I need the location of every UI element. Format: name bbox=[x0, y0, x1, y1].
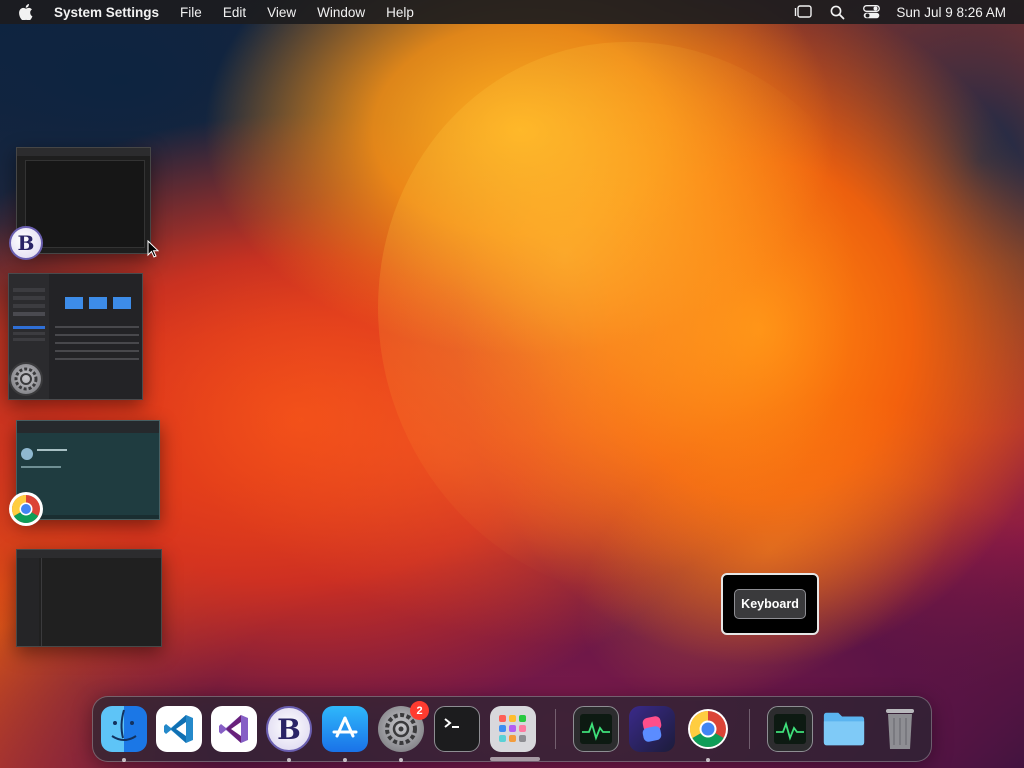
status-area: Sun Jul 9 8:26 AM bbox=[778, 0, 1006, 24]
mouse-pointer-icon bbox=[147, 240, 159, 258]
thumbnail-titlebar bbox=[17, 550, 161, 558]
control-center-icon[interactable] bbox=[862, 3, 880, 21]
thumbnail-row bbox=[55, 342, 139, 344]
bbedit-icon: B bbox=[9, 226, 43, 260]
dock-separator bbox=[749, 709, 750, 749]
system-settings-icon[interactable]: 2 bbox=[378, 701, 429, 752]
menu-bar: System Settings File Edit View Window He… bbox=[0, 0, 1024, 24]
menu-file[interactable]: File bbox=[180, 5, 202, 20]
app-store-icon[interactable] bbox=[322, 706, 368, 752]
system-settings-icon bbox=[9, 362, 43, 396]
running-indicator bbox=[706, 758, 710, 762]
thumbnail-tabbar bbox=[17, 421, 159, 433]
menu-window[interactable]: Window bbox=[317, 5, 365, 20]
thumbnail-content bbox=[25, 160, 145, 248]
chrome-icon[interactable] bbox=[685, 706, 731, 752]
keyboard-button[interactable]: Keyboard bbox=[734, 589, 806, 619]
thumbnail-row bbox=[55, 334, 139, 336]
thumbnail-divider bbox=[41, 558, 42, 646]
running-indicator bbox=[399, 758, 403, 762]
stage-thumbnail-window[interactable] bbox=[16, 549, 162, 647]
dock: B 2 bbox=[92, 696, 932, 762]
trash-icon[interactable] bbox=[877, 706, 923, 752]
thumbnail-text bbox=[37, 449, 67, 451]
thumbnail-sidebar bbox=[17, 558, 39, 646]
bbedit-icon[interactable]: B bbox=[266, 706, 312, 752]
visual-studio-icon[interactable] bbox=[211, 706, 257, 752]
dock-separator bbox=[555, 709, 556, 749]
running-indicator bbox=[343, 758, 347, 762]
menu-edit[interactable]: Edit bbox=[223, 5, 246, 20]
finder-icon[interactable] bbox=[101, 706, 147, 752]
running-indicator bbox=[287, 758, 291, 762]
thumbnail-row bbox=[55, 350, 139, 352]
menu-clock[interactable]: Sun Jul 9 8:26 AM bbox=[896, 5, 1006, 20]
wallpaper-swoosh bbox=[306, 0, 974, 667]
thumbnail-text bbox=[21, 466, 61, 468]
chrome-icon bbox=[9, 492, 43, 526]
menu-view[interactable]: View bbox=[267, 5, 296, 20]
thumbnail-row bbox=[55, 326, 139, 328]
notification-badge: 2 bbox=[410, 701, 429, 720]
activity-monitor-icon[interactable] bbox=[573, 706, 619, 752]
menu-app-name[interactable]: System Settings bbox=[54, 5, 159, 20]
shortcuts-icon[interactable] bbox=[629, 706, 675, 752]
spotlight-search-icon[interactable] bbox=[828, 3, 846, 21]
terminal-icon[interactable] bbox=[434, 706, 480, 752]
desktop-wallpaper bbox=[0, 0, 1024, 768]
thumbnail-display bbox=[113, 297, 131, 309]
menu-help[interactable]: Help bbox=[386, 5, 414, 20]
wallpaper-swoosh bbox=[79, 172, 801, 728]
thumbnail-display bbox=[65, 297, 83, 309]
stage-manager-icon[interactable] bbox=[794, 3, 813, 21]
svg-text:B: B bbox=[18, 231, 35, 255]
thumbnail-titlebar bbox=[17, 148, 150, 156]
dock-scroll-indicator bbox=[490, 757, 540, 761]
activity-monitor-window-icon[interactable] bbox=[767, 706, 813, 752]
keyboard-popup: Keyboard bbox=[721, 573, 819, 635]
vscode-icon[interactable] bbox=[156, 706, 202, 752]
apple-menu-icon[interactable] bbox=[19, 4, 35, 20]
thumbnail-avatar bbox=[21, 448, 33, 460]
thumbnail-row bbox=[55, 358, 139, 360]
svg-text:B: B bbox=[277, 713, 301, 746]
folder-icon[interactable] bbox=[821, 706, 867, 752]
running-indicator bbox=[122, 758, 126, 762]
thumbnail-display bbox=[89, 297, 107, 309]
launchpad-icon[interactable] bbox=[490, 706, 536, 752]
